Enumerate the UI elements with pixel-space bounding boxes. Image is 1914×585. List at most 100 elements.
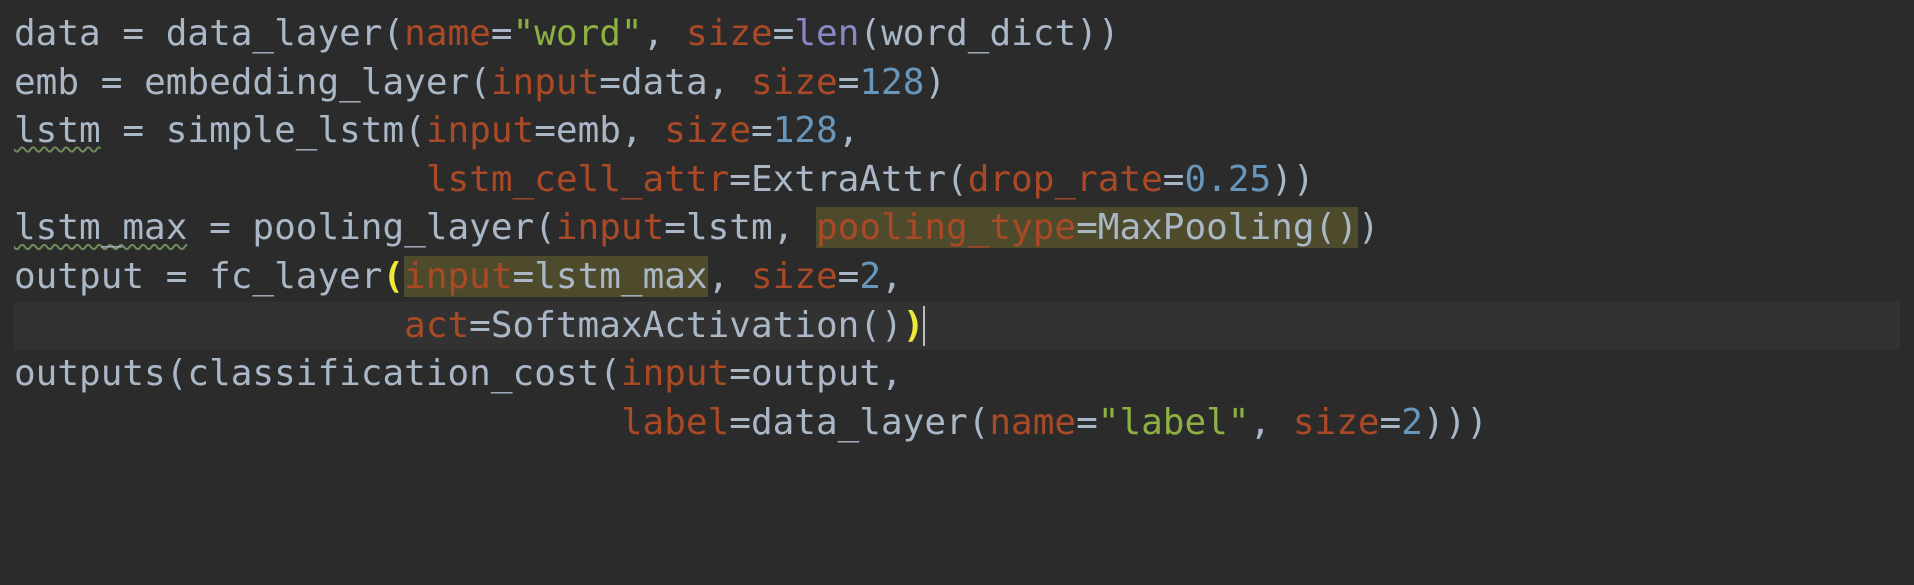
kwarg: size <box>1293 402 1380 443</box>
kwarg: input <box>621 353 729 394</box>
code-line: lstm_cell_attr=ExtraAttr(drop_rate=0.25)… <box>14 159 1315 200</box>
function-call: embedding_layer <box>144 62 469 103</box>
indent <box>14 159 426 200</box>
code-line: emb = embedding_layer(input=data, size=1… <box>14 62 946 103</box>
function-call: fc_layer <box>209 256 382 297</box>
paren: ( <box>534 207 556 248</box>
operator: = <box>1076 402 1098 443</box>
comma: , <box>1249 402 1292 443</box>
identifier: data <box>621 62 708 103</box>
code-line: outputs(classification_cost(input=output… <box>14 353 903 394</box>
class-name: ExtraAttr <box>751 159 946 200</box>
current-line: act=SoftmaxActivation()) <box>14 302 1900 351</box>
comma: , <box>643 13 686 54</box>
code-editor[interactable]: data = data_layer(name="word", size=len(… <box>0 0 1914 457</box>
string-literal: "label" <box>1098 402 1250 443</box>
paren: () <box>859 305 902 346</box>
number: 128 <box>773 110 838 151</box>
paren: ) <box>924 62 946 103</box>
operator: = <box>513 256 535 297</box>
variable: emb <box>14 62 79 103</box>
operator: = <box>599 62 621 103</box>
kwarg: name <box>404 13 491 54</box>
paren: ) <box>1358 207 1380 248</box>
comma: , <box>773 207 816 248</box>
kwarg: size <box>751 62 838 103</box>
operator: = <box>838 256 860 297</box>
indent <box>14 402 621 443</box>
operator: = <box>664 207 686 248</box>
kwarg: act <box>404 305 469 346</box>
identifier: lstm <box>686 207 773 248</box>
paren: () <box>1315 207 1358 248</box>
paren: ( <box>166 353 188 394</box>
variable: lstm_max <box>14 207 187 248</box>
paren: ( <box>599 353 621 394</box>
class-name: SoftmaxActivation <box>491 305 859 346</box>
paren: ( <box>404 110 426 151</box>
number: 2 <box>1401 402 1423 443</box>
operator: = <box>491 13 513 54</box>
number: 2 <box>859 256 881 297</box>
operator: = <box>101 13 166 54</box>
operator: = <box>729 402 751 443</box>
kwarg: input <box>556 207 664 248</box>
code-line: output = fc_layer(input=lstm_max, size=2… <box>14 256 903 297</box>
kwarg: size <box>664 110 751 151</box>
comma: , <box>838 110 860 151</box>
function-call: data_layer <box>751 402 968 443</box>
comma: , <box>881 353 903 394</box>
paren: ( <box>859 13 881 54</box>
number: 0.25 <box>1184 159 1271 200</box>
kwarg: label <box>621 402 729 443</box>
operator: = <box>79 62 144 103</box>
kwarg: input <box>426 110 534 151</box>
paren: ( <box>469 62 491 103</box>
comma: , <box>708 62 751 103</box>
comma: , <box>881 256 903 297</box>
paren: ( <box>946 159 968 200</box>
variable: output <box>14 256 144 297</box>
code-line: lstm_max = pooling_layer(input=lstm, poo… <box>14 207 1380 248</box>
operator: = <box>469 305 491 346</box>
operator: = <box>1380 402 1402 443</box>
variable: data <box>14 13 101 54</box>
paren: ( <box>968 402 990 443</box>
search-highlight: pooling_type=MaxPooling() <box>816 207 1358 248</box>
kwarg: size <box>686 13 773 54</box>
indent <box>14 305 404 346</box>
paren: )) <box>1271 159 1314 200</box>
paren: ( <box>382 13 404 54</box>
function-call: classification_cost <box>187 353 599 394</box>
function-call: data_layer <box>166 13 383 54</box>
kwarg: size <box>751 256 838 297</box>
operator: = <box>144 256 209 297</box>
function-call: simple_lstm <box>166 110 404 151</box>
matched-bracket-open: ( <box>382 256 404 297</box>
operator: = <box>729 353 751 394</box>
operator: = <box>1163 159 1185 200</box>
identifier: lstm_max <box>534 256 707 297</box>
builtin: len <box>794 13 859 54</box>
kwarg: input <box>404 256 512 297</box>
code-line: data = data_layer(name="word", size=len(… <box>14 13 1120 54</box>
string-literal: "word" <box>513 13 643 54</box>
function-call: outputs <box>14 353 166 394</box>
search-highlight: input=lstm_max <box>404 256 707 297</box>
operator: = <box>773 13 795 54</box>
identifier: emb <box>556 110 621 151</box>
paren: )) <box>1076 13 1119 54</box>
comma: , <box>708 256 751 297</box>
text-caret <box>923 306 925 346</box>
kwarg: drop_rate <box>968 159 1163 200</box>
paren: ))) <box>1423 402 1488 443</box>
matched-bracket-close: ) <box>903 305 925 346</box>
operator: = <box>187 207 252 248</box>
kwarg: input <box>491 62 599 103</box>
identifier: word_dict <box>881 13 1076 54</box>
comma: , <box>621 110 664 151</box>
operator: = <box>1076 207 1098 248</box>
number: 128 <box>859 62 924 103</box>
function-call: pooling_layer <box>252 207 534 248</box>
operator: = <box>534 110 556 151</box>
